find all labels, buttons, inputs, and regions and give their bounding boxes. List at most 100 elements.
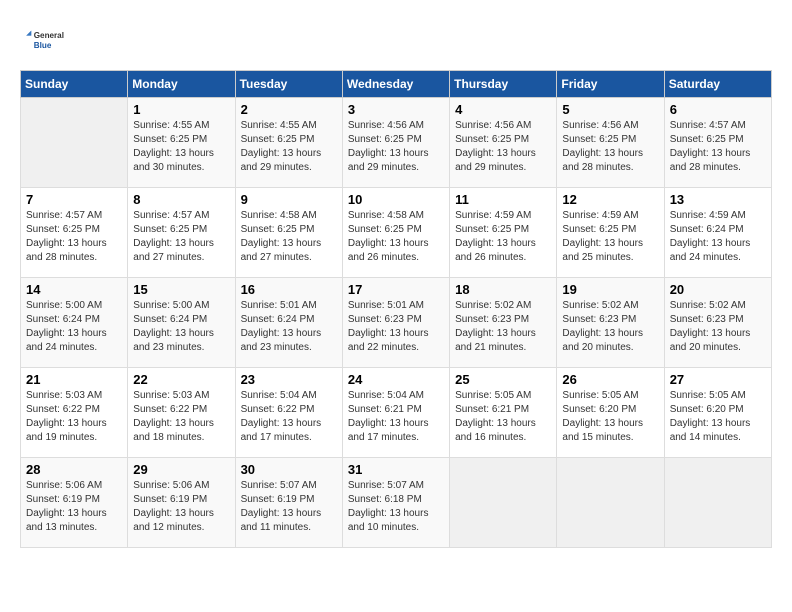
day-info: Sunrise: 4:57 AM Sunset: 6:25 PM Dayligh… (670, 119, 766, 175)
calendar-cell: 31 Sunrise: 5:07 AM Sunset: 6:18 PM Dayli… (342, 458, 449, 548)
day-number: 7 (26, 192, 122, 207)
day-info: Sunrise: 5:03 AM Sunset: 6:22 PM Dayligh… (133, 389, 229, 445)
day-number: 10 (348, 192, 444, 207)
day-number: 3 (348, 102, 444, 117)
day-number: 4 (455, 102, 551, 117)
calendar-cell: 25 Sunrise: 5:05 AM Sunset: 6:21 PM Dayli… (450, 368, 557, 458)
calendar-cell: 18 Sunrise: 5:02 AM Sunset: 6:23 PM Dayli… (450, 278, 557, 368)
calendar-cell: 2Sunrise: 4:55 AM Sunset: 6:25 PM Daylig… (235, 98, 342, 188)
calendar-cell: 24 Sunrise: 5:04 AM Sunset: 6:21 PM Dayli… (342, 368, 449, 458)
day-info: Sunrise: 5:06 AM Sunset: 6:19 PM Dayligh… (133, 479, 229, 535)
calendar-cell: 5 Sunrise: 4:56 AM Sunset: 6:25 PM Daylig… (557, 98, 664, 188)
calendar-cell: 21 Sunrise: 5:03 AM Sunset: 6:22 PM Dayli… (21, 368, 128, 458)
day-info: Sunrise: 5:01 AM Sunset: 6:23 PM Dayligh… (348, 299, 444, 355)
day-info: Sunrise: 4:56 AM Sunset: 6:25 PM Dayligh… (348, 119, 444, 175)
day-number: 19 (562, 282, 658, 297)
calendar-cell: 19Sunrise: 5:02 AM Sunset: 6:23 PM Dayli… (557, 278, 664, 368)
day-number: 6 (670, 102, 766, 117)
calendar-cell: 1 Sunrise: 4:55 AM Sunset: 6:25 PM Daylig… (128, 98, 235, 188)
day-header-wednesday: Wednesday (342, 71, 449, 98)
calendar-cell: 30 Sunrise: 5:07 AM Sunset: 6:19 PM Dayli… (235, 458, 342, 548)
day-info: Sunrise: 5:00 AM Sunset: 6:24 PM Dayligh… (133, 299, 229, 355)
day-info: Sunrise: 4:57 AM Sunset: 6:25 PM Dayligh… (26, 209, 122, 265)
day-number: 31 (348, 462, 444, 477)
day-number: 8 (133, 192, 229, 207)
day-info: Sunrise: 4:55 AM Sunset: 6:25 PM Dayligh… (133, 119, 229, 175)
calendar-cell: 20 Sunrise: 5:02 AM Sunset: 6:23 PM Dayli… (664, 278, 771, 368)
day-number: 11 (455, 192, 551, 207)
calendar-cell: 11 Sunrise: 4:59 AM Sunset: 6:25 PM Dayli… (450, 188, 557, 278)
day-header-thursday: Thursday (450, 71, 557, 98)
day-number: 29 (133, 462, 229, 477)
day-info: Sunrise: 5:02 AM Sunset: 6:23 PM Dayligh… (670, 299, 766, 355)
calendar-cell: 3 Sunrise: 4:56 AM Sunset: 6:25 PM Daylig… (342, 98, 449, 188)
day-number: 26 (562, 372, 658, 387)
day-info: Sunrise: 5:06 AM Sunset: 6:19 PM Dayligh… (26, 479, 122, 535)
header: General Blue (20, 20, 772, 60)
week-row-4: 21 Sunrise: 5:03 AM Sunset: 6:22 PM Dayli… (21, 368, 772, 458)
day-info: Sunrise: 4:56 AM Sunset: 6:25 PM Dayligh… (455, 119, 551, 175)
calendar-cell (664, 458, 771, 548)
day-number: 18 (455, 282, 551, 297)
week-row-2: 7 Sunrise: 4:57 AM Sunset: 6:25 PM Daylig… (21, 188, 772, 278)
day-header-saturday: Saturday (664, 71, 771, 98)
day-header-friday: Friday (557, 71, 664, 98)
week-row-5: 28 Sunrise: 5:06 AM Sunset: 6:19 PM Dayli… (21, 458, 772, 548)
day-number: 24 (348, 372, 444, 387)
day-header-sunday: Sunday (21, 71, 128, 98)
day-number: 13 (670, 192, 766, 207)
day-info: Sunrise: 4:59 AM Sunset: 6:25 PM Dayligh… (562, 209, 658, 265)
day-info: Sunrise: 5:05 AM Sunset: 6:21 PM Dayligh… (455, 389, 551, 445)
calendar-cell: 14 Sunrise: 5:00 AM Sunset: 6:24 PM Dayli… (21, 278, 128, 368)
day-info: Sunrise: 5:04 AM Sunset: 6:22 PM Dayligh… (241, 389, 337, 445)
day-number: 5 (562, 102, 658, 117)
day-number: 30 (241, 462, 337, 477)
day-info: Sunrise: 4:57 AM Sunset: 6:25 PM Dayligh… (133, 209, 229, 265)
svg-text:General: General (34, 31, 64, 40)
day-number: 28 (26, 462, 122, 477)
day-info: Sunrise: 5:07 AM Sunset: 6:19 PM Dayligh… (241, 479, 337, 535)
day-number: 23 (241, 372, 337, 387)
day-info: Sunrise: 5:07 AM Sunset: 6:18 PM Dayligh… (348, 479, 444, 535)
day-number: 25 (455, 372, 551, 387)
calendar-cell: 10Sunrise: 4:58 AM Sunset: 6:25 PM Dayli… (342, 188, 449, 278)
day-info: Sunrise: 5:03 AM Sunset: 6:22 PM Dayligh… (26, 389, 122, 445)
calendar-cell: 23 Sunrise: 5:04 AM Sunset: 6:22 PM Dayli… (235, 368, 342, 458)
day-number: 21 (26, 372, 122, 387)
day-number: 1 (133, 102, 229, 117)
calendar-cell: 7 Sunrise: 4:57 AM Sunset: 6:25 PM Daylig… (21, 188, 128, 278)
day-number: 20 (670, 282, 766, 297)
day-info: Sunrise: 4:56 AM Sunset: 6:25 PM Dayligh… (562, 119, 658, 175)
week-row-1: 1 Sunrise: 4:55 AM Sunset: 6:25 PM Daylig… (21, 98, 772, 188)
day-info: Sunrise: 5:05 AM Sunset: 6:20 PM Dayligh… (670, 389, 766, 445)
day-info: Sunrise: 4:58 AM Sunset: 6:25 PM Dayligh… (241, 209, 337, 265)
day-number: 15 (133, 282, 229, 297)
calendar-cell: 28 Sunrise: 5:06 AM Sunset: 6:19 PM Dayli… (21, 458, 128, 548)
day-info: Sunrise: 5:04 AM Sunset: 6:21 PM Dayligh… (348, 389, 444, 445)
calendar-cell: 12Sunrise: 4:59 AM Sunset: 6:25 PM Dayli… (557, 188, 664, 278)
day-info: Sunrise: 4:59 AM Sunset: 6:24 PM Dayligh… (670, 209, 766, 265)
calendar-cell: 22 Sunrise: 5:03 AM Sunset: 6:22 PM Dayli… (128, 368, 235, 458)
day-info: Sunrise: 4:59 AM Sunset: 6:25 PM Dayligh… (455, 209, 551, 265)
calendar-cell (557, 458, 664, 548)
day-number: 14 (26, 282, 122, 297)
day-info: Sunrise: 5:00 AM Sunset: 6:24 PM Dayligh… (26, 299, 122, 355)
calendar-cell: 9Sunrise: 4:58 AM Sunset: 6:25 PM Daylig… (235, 188, 342, 278)
calendar-cell (450, 458, 557, 548)
calendar-cell: 6 Sunrise: 4:57 AM Sunset: 6:25 PM Daylig… (664, 98, 771, 188)
logo: General Blue (20, 20, 70, 60)
svg-text:Blue: Blue (34, 41, 52, 50)
day-header-tuesday: Tuesday (235, 71, 342, 98)
week-row-3: 14 Sunrise: 5:00 AM Sunset: 6:24 PM Dayli… (21, 278, 772, 368)
calendar-cell: 13 Sunrise: 4:59 AM Sunset: 6:24 PM Dayli… (664, 188, 771, 278)
day-number: 2 (241, 102, 337, 117)
calendar-cell: 29 Sunrise: 5:06 AM Sunset: 6:19 PM Dayli… (128, 458, 235, 548)
day-number: 27 (670, 372, 766, 387)
calendar-cell: 27 Sunrise: 5:05 AM Sunset: 6:20 PM Dayli… (664, 368, 771, 458)
calendar-cell: 15 Sunrise: 5:00 AM Sunset: 6:24 PM Dayli… (128, 278, 235, 368)
day-number: 22 (133, 372, 229, 387)
header-row: SundayMondayTuesdayWednesdayThursdayFrid… (21, 71, 772, 98)
calendar-cell: 26Sunrise: 5:05 AM Sunset: 6:20 PM Dayli… (557, 368, 664, 458)
day-info: Sunrise: 5:02 AM Sunset: 6:23 PM Dayligh… (455, 299, 551, 355)
day-header-monday: Monday (128, 71, 235, 98)
